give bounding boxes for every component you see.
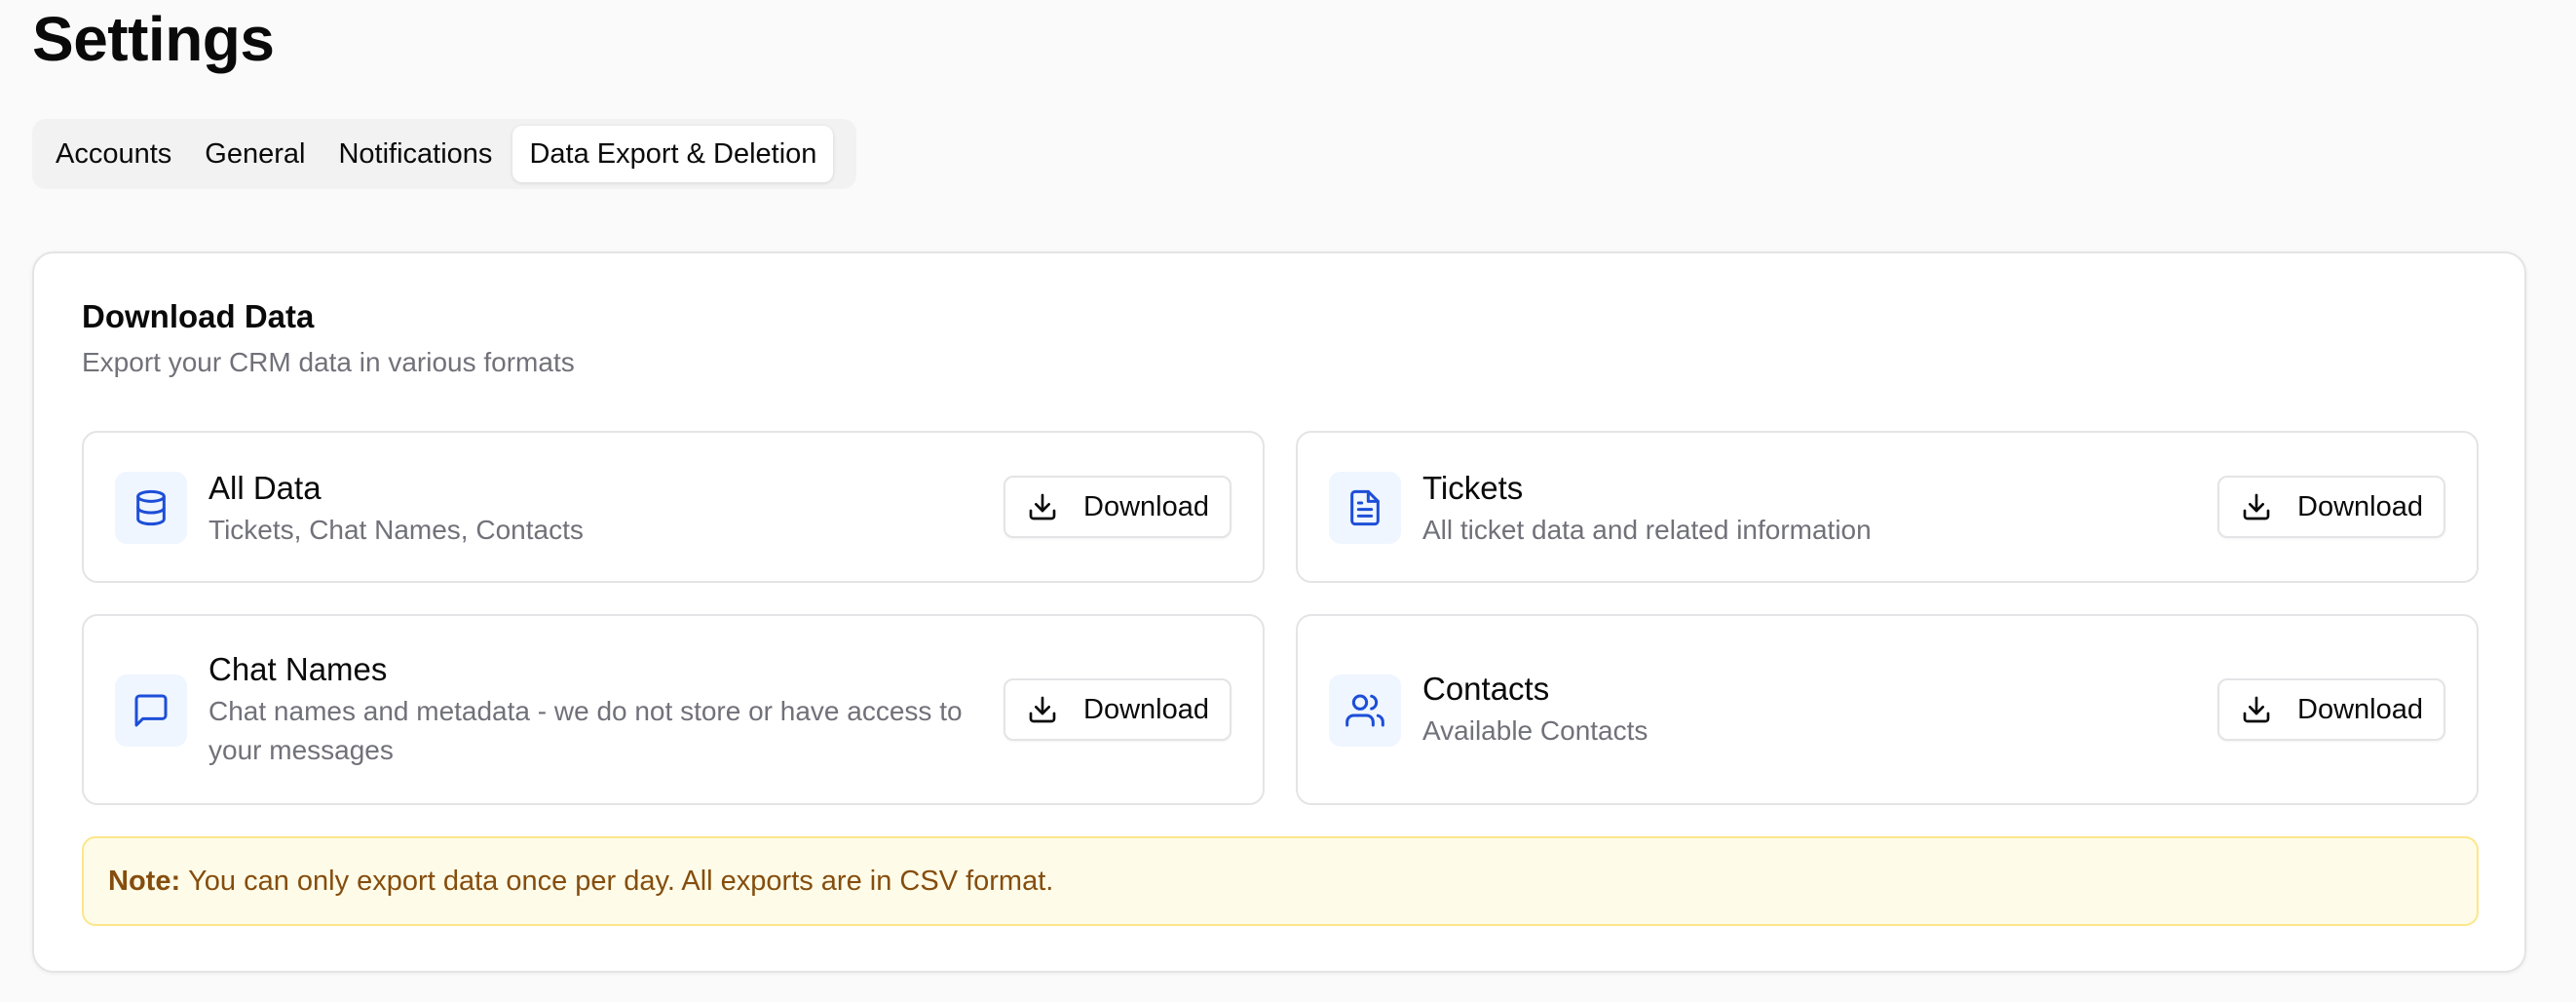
download-data-card: Download Data Export your CRM data in va…	[32, 251, 2526, 973]
item-description: Available Contacts	[1422, 715, 1648, 746]
item-description: Tickets, Chat Names, Contacts	[208, 515, 584, 545]
item-name: Chat Names	[208, 651, 388, 687]
page-title: Settings	[32, 4, 275, 74]
download-button-label: Download	[2297, 490, 2423, 522]
download-contacts-button[interactable]: Download	[2217, 678, 2445, 741]
download-tickets-button[interactable]: Download	[2217, 476, 2445, 538]
card-description: Export your CRM data in various formats	[82, 347, 575, 377]
tab-general[interactable]: General	[188, 126, 322, 182]
users-icon	[1329, 674, 1401, 747]
download-icon	[2243, 493, 2270, 520]
export-item-contacts: Contacts Available Contacts Download	[1296, 614, 2479, 805]
download-icon	[1029, 493, 1056, 520]
item-name: All Data	[208, 470, 322, 506]
export-item-all-data: All Data Tickets, Chat Names, Contacts D…	[82, 431, 1265, 583]
download-icon	[1029, 696, 1056, 723]
download-button-label: Download	[1083, 693, 1209, 725]
item-description: All ticket data and related information	[1422, 515, 1872, 545]
download-button-label: Download	[1083, 490, 1209, 522]
file-text-icon	[1329, 472, 1401, 544]
export-item-chat-names: Chat Names Chat names and metadata - we …	[82, 614, 1265, 805]
download-all-data-button[interactable]: Download	[1004, 476, 1231, 538]
note-text: You can only export data once per day. A…	[188, 865, 1054, 897]
settings-tabs: Accounts General Notifications Data Expo…	[32, 119, 856, 189]
tab-notifications[interactable]: Notifications	[322, 126, 509, 182]
tab-data-export-deletion[interactable]: Data Export & Deletion	[512, 126, 834, 182]
item-name: Contacts	[1422, 671, 1550, 707]
export-note: Note: You can only export data once per …	[82, 836, 2479, 926]
database-icon	[115, 472, 187, 544]
download-chat-names-button[interactable]: Download	[1004, 678, 1231, 741]
item-name: Tickets	[1422, 470, 1524, 506]
note-label: Note:	[108, 865, 181, 897]
card-title: Download Data	[82, 298, 315, 334]
download-icon	[2243, 696, 2270, 723]
download-button-label: Download	[2297, 693, 2423, 725]
item-description: Chat names and metadata - we do not stor…	[208, 696, 963, 765]
export-item-tickets: Tickets All ticket data and related info…	[1296, 431, 2479, 583]
message-square-icon	[115, 674, 187, 747]
tab-accounts[interactable]: Accounts	[39, 126, 188, 182]
